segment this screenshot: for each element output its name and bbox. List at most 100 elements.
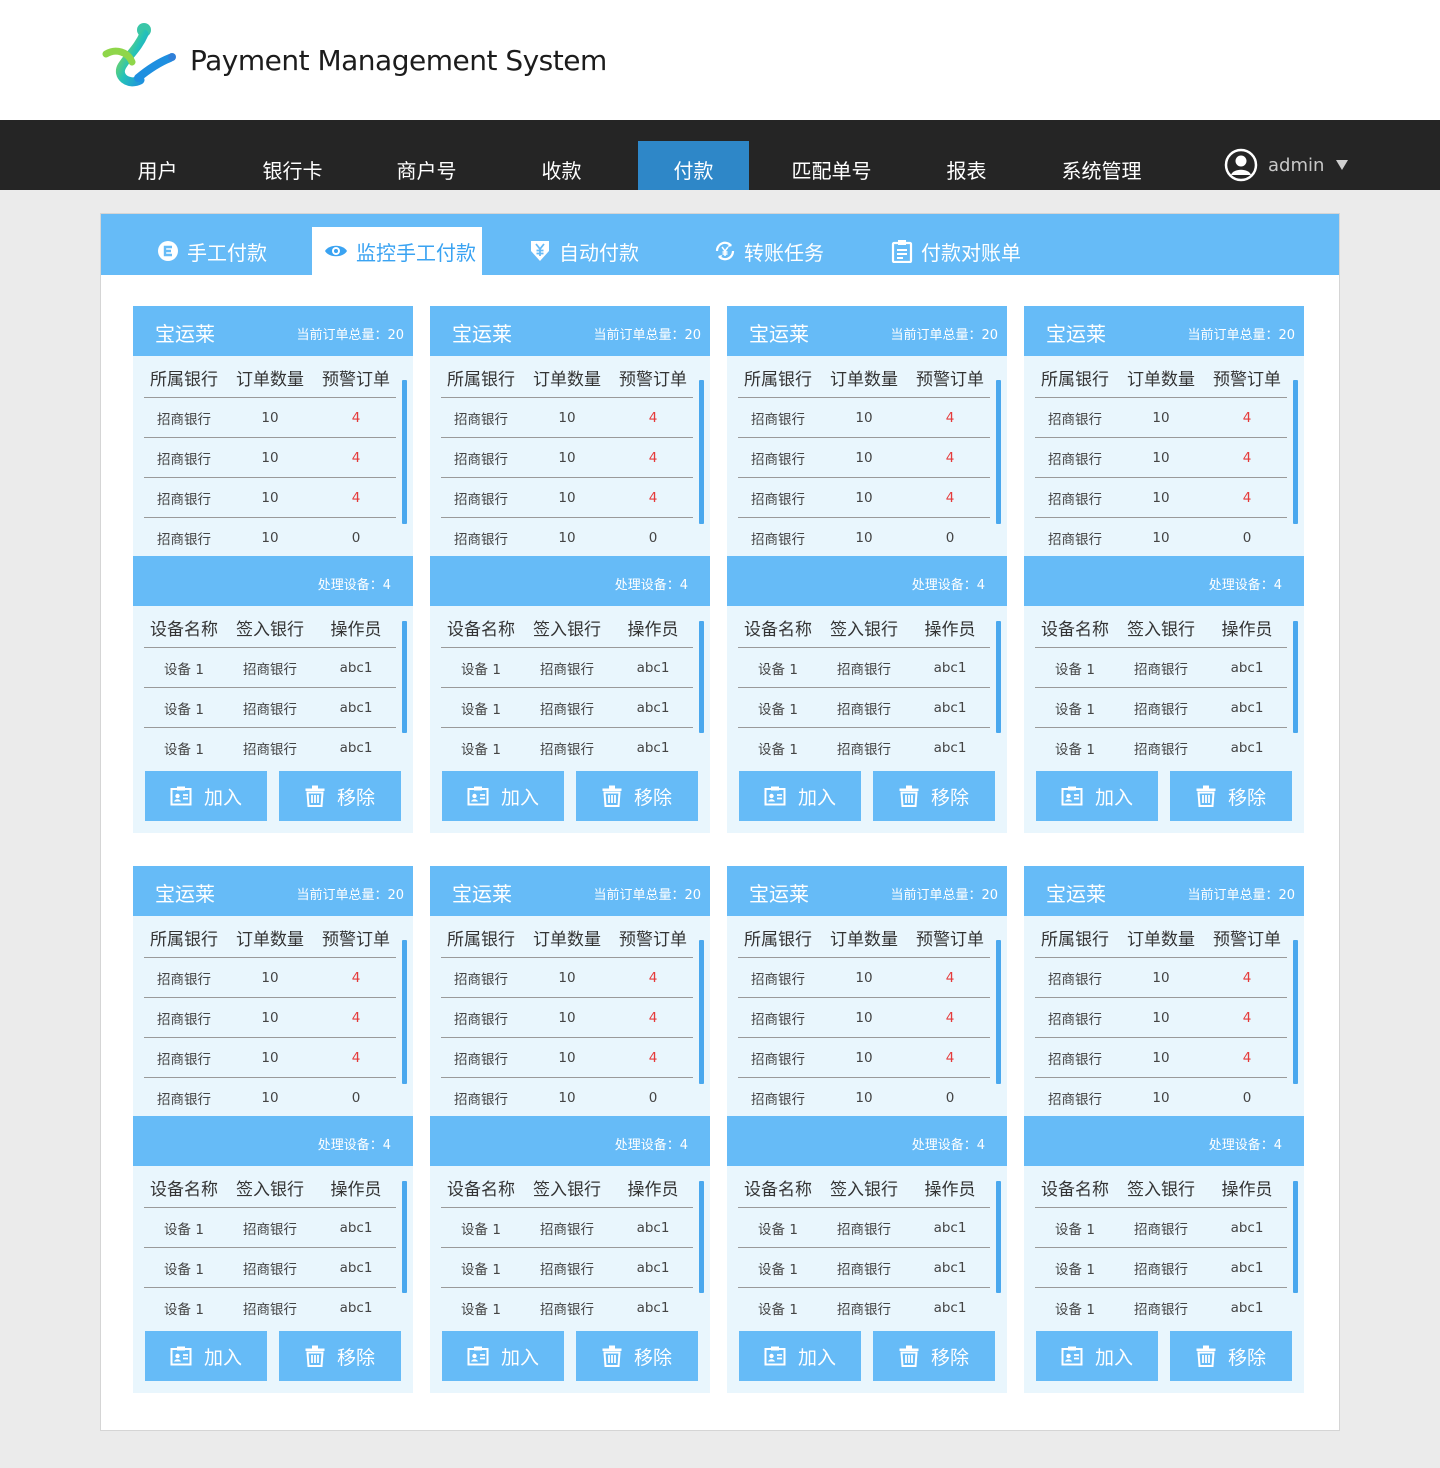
device-table-header: 设备名称 签入银行 操作员 xyxy=(144,1168,396,1208)
operator-cell: abc1 xyxy=(933,740,967,756)
user-menu[interactable]: admin xyxy=(1224,148,1349,182)
order-table-scrollbar[interactable] xyxy=(699,940,704,1084)
remove-device-button[interactable]: 移除 xyxy=(279,771,401,821)
table-row: 设备 1 招商银行 abc1 xyxy=(144,688,396,728)
nav-item-merchant-ids[interactable]: 商户号 xyxy=(371,141,482,190)
add-device-button[interactable]: 加入 xyxy=(442,771,564,821)
nav-item-receipts[interactable]: 收款 xyxy=(506,141,617,190)
tab-auto-payment[interactable]: 自动付款 xyxy=(529,227,639,275)
bank-cell: 招商银行 xyxy=(751,491,805,508)
device-group-card: 宝运莱 当前订单总量：20 所属银行 订单数量 预警订单 招商银行 10 4 招… xyxy=(133,866,413,1393)
column-header: 订单数量 xyxy=(830,370,898,390)
device-table-scrollbar[interactable] xyxy=(699,1181,704,1293)
column-header: 所属银行 xyxy=(447,370,515,390)
column-header: 设备名称 xyxy=(150,1180,218,1200)
operator-cell: abc1 xyxy=(1230,1300,1264,1316)
remove-device-button[interactable]: 移除 xyxy=(873,1331,995,1381)
bank-cell: 招商银行 xyxy=(1048,971,1102,988)
remove-device-button[interactable]: 移除 xyxy=(576,1331,698,1381)
operator-cell: abc1 xyxy=(1230,659,1264,676)
warning-count-cell: 4 xyxy=(351,1009,361,1026)
nav-item-reports[interactable]: 报表 xyxy=(911,141,1022,190)
logo-icon xyxy=(102,23,176,87)
order-table: 所属银行 订单数量 预警订单 招商银行 10 4 招商银行 10 4 招商银行 … xyxy=(441,358,693,558)
order-table: 所属银行 订单数量 预警订单 招商银行 10 4 招商银行 10 4 招商银行 … xyxy=(738,918,990,1118)
order-table-header: 所属银行 订单数量 预警订单 xyxy=(144,358,396,398)
add-device-button[interactable]: 加入 xyxy=(442,1331,564,1381)
add-device-button[interactable]: 加入 xyxy=(739,771,861,821)
order-table: 所属银行 订单数量 预警订单 招商银行 10 4 招商银行 10 4 招商银行 … xyxy=(441,918,693,1118)
warning-count-cell: 4 xyxy=(1242,1049,1252,1066)
operator-cell: abc1 xyxy=(339,699,373,716)
operator-cell: abc1 xyxy=(339,1219,373,1236)
device-name-cell: 设备 1 xyxy=(164,1302,204,1318)
remove-device-button[interactable]: 移除 xyxy=(576,771,698,821)
device-table-scrollbar[interactable] xyxy=(1293,621,1298,733)
nav-item-system-admin[interactable]: 系统管理 xyxy=(1046,141,1157,190)
nav-item-payments[interactable]: 付款 xyxy=(638,141,749,190)
card-title: 宝运莱 xyxy=(749,322,809,346)
order-count-cell: 10 xyxy=(855,1090,873,1106)
add-device-button[interactable]: 加入 xyxy=(739,1331,861,1381)
nav-item-users[interactable]: 用户 xyxy=(102,141,213,190)
operator-cell: abc1 xyxy=(1230,740,1264,756)
order-table-scrollbar[interactable] xyxy=(402,940,407,1084)
device-table-scrollbar[interactable] xyxy=(1293,1181,1298,1293)
warning-count-cell: 4 xyxy=(945,449,955,466)
user-avatar-icon xyxy=(1224,148,1258,182)
device-table-header: 设备名称 签入银行 操作员 xyxy=(738,1168,990,1208)
add-button-label: 加入 xyxy=(797,786,836,809)
bank-cell: 招商银行 xyxy=(454,491,508,508)
device-table-scrollbar[interactable] xyxy=(996,1181,1001,1293)
tab-manual-payment[interactable]: 手工付款 xyxy=(157,227,267,275)
table-row: 设备 1 招商银行 abc1 xyxy=(738,1208,990,1248)
card-header: 宝运莱 当前订单总量：20 xyxy=(133,866,413,916)
order-table-scrollbar[interactable] xyxy=(1293,380,1298,524)
id-card-icon xyxy=(764,1346,786,1366)
order-count-cell: 10 xyxy=(558,409,576,426)
id-card-icon xyxy=(467,1346,489,1366)
chevron-down-icon xyxy=(1336,160,1349,170)
add-device-button[interactable]: 加入 xyxy=(1036,771,1158,821)
card-header: 宝运莱 当前订单总量：20 xyxy=(430,866,710,916)
remove-device-button[interactable]: 移除 xyxy=(279,1331,401,1381)
device-table-header: 设备名称 签入银行 操作员 xyxy=(1035,608,1287,648)
order-table-scrollbar[interactable] xyxy=(996,380,1001,524)
column-header: 设备名称 xyxy=(1041,1180,1109,1200)
device-group-card: 宝运莱 当前订单总量：20 所属银行 订单数量 预警订单 招商银行 10 4 招… xyxy=(727,866,1007,1393)
order-table-scrollbar[interactable] xyxy=(1293,940,1298,1084)
bank-cell: 招商银行 xyxy=(243,1302,297,1318)
add-device-button[interactable]: 加入 xyxy=(145,1331,267,1381)
nav-item-match-numbers[interactable]: 匹配单号 xyxy=(776,141,887,190)
remove-device-button[interactable]: 移除 xyxy=(1170,1331,1292,1381)
tab-label: 转账任务 xyxy=(744,240,824,265)
device-table-scrollbar[interactable] xyxy=(996,621,1001,733)
remove-button-label: 移除 xyxy=(336,1346,375,1369)
tab-payment-statement[interactable]: 付款对账单 xyxy=(891,227,1021,275)
trash-icon xyxy=(1196,1345,1216,1367)
operator-cell: abc1 xyxy=(339,740,373,756)
add-device-button[interactable]: 加入 xyxy=(145,771,267,821)
order-count-cell: 10 xyxy=(1152,489,1170,506)
order-table: 所属银行 订单数量 预警订单 招商银行 10 4 招商银行 10 4 招商银行 … xyxy=(738,358,990,558)
tab-transfer-tasks[interactable]: 转账任务 xyxy=(714,227,824,275)
table-row: 设备 1 招商银行 abc1 xyxy=(441,688,693,728)
add-device-button[interactable]: 加入 xyxy=(1036,1331,1158,1381)
id-card-icon xyxy=(1061,786,1083,806)
order-table-scrollbar[interactable] xyxy=(402,380,407,524)
device-table-scrollbar[interactable] xyxy=(402,1181,407,1293)
remove-device-button[interactable]: 移除 xyxy=(1170,771,1292,821)
operator-cell: abc1 xyxy=(933,659,967,676)
order-total: 当前订单总量：20 xyxy=(296,888,404,903)
device-table-scrollbar[interactable] xyxy=(402,621,407,733)
tab-monitor-manual-payment[interactable]: 监控手工付款 xyxy=(312,227,482,275)
order-table: 所属银行 订单数量 预警订单 招商银行 10 4 招商银行 10 4 招商银行 … xyxy=(144,358,396,558)
device-table-scrollbar[interactable] xyxy=(699,621,704,733)
nav-item-bank-cards[interactable]: 银行卡 xyxy=(237,141,348,190)
order-count-cell: 10 xyxy=(1152,1009,1170,1026)
order-table-scrollbar[interactable] xyxy=(699,380,704,524)
operator-cell: abc1 xyxy=(1230,1219,1264,1236)
remove-device-button[interactable]: 移除 xyxy=(873,771,995,821)
order-table-scrollbar[interactable] xyxy=(996,940,1001,1084)
add-button-label: 加入 xyxy=(797,1346,836,1369)
